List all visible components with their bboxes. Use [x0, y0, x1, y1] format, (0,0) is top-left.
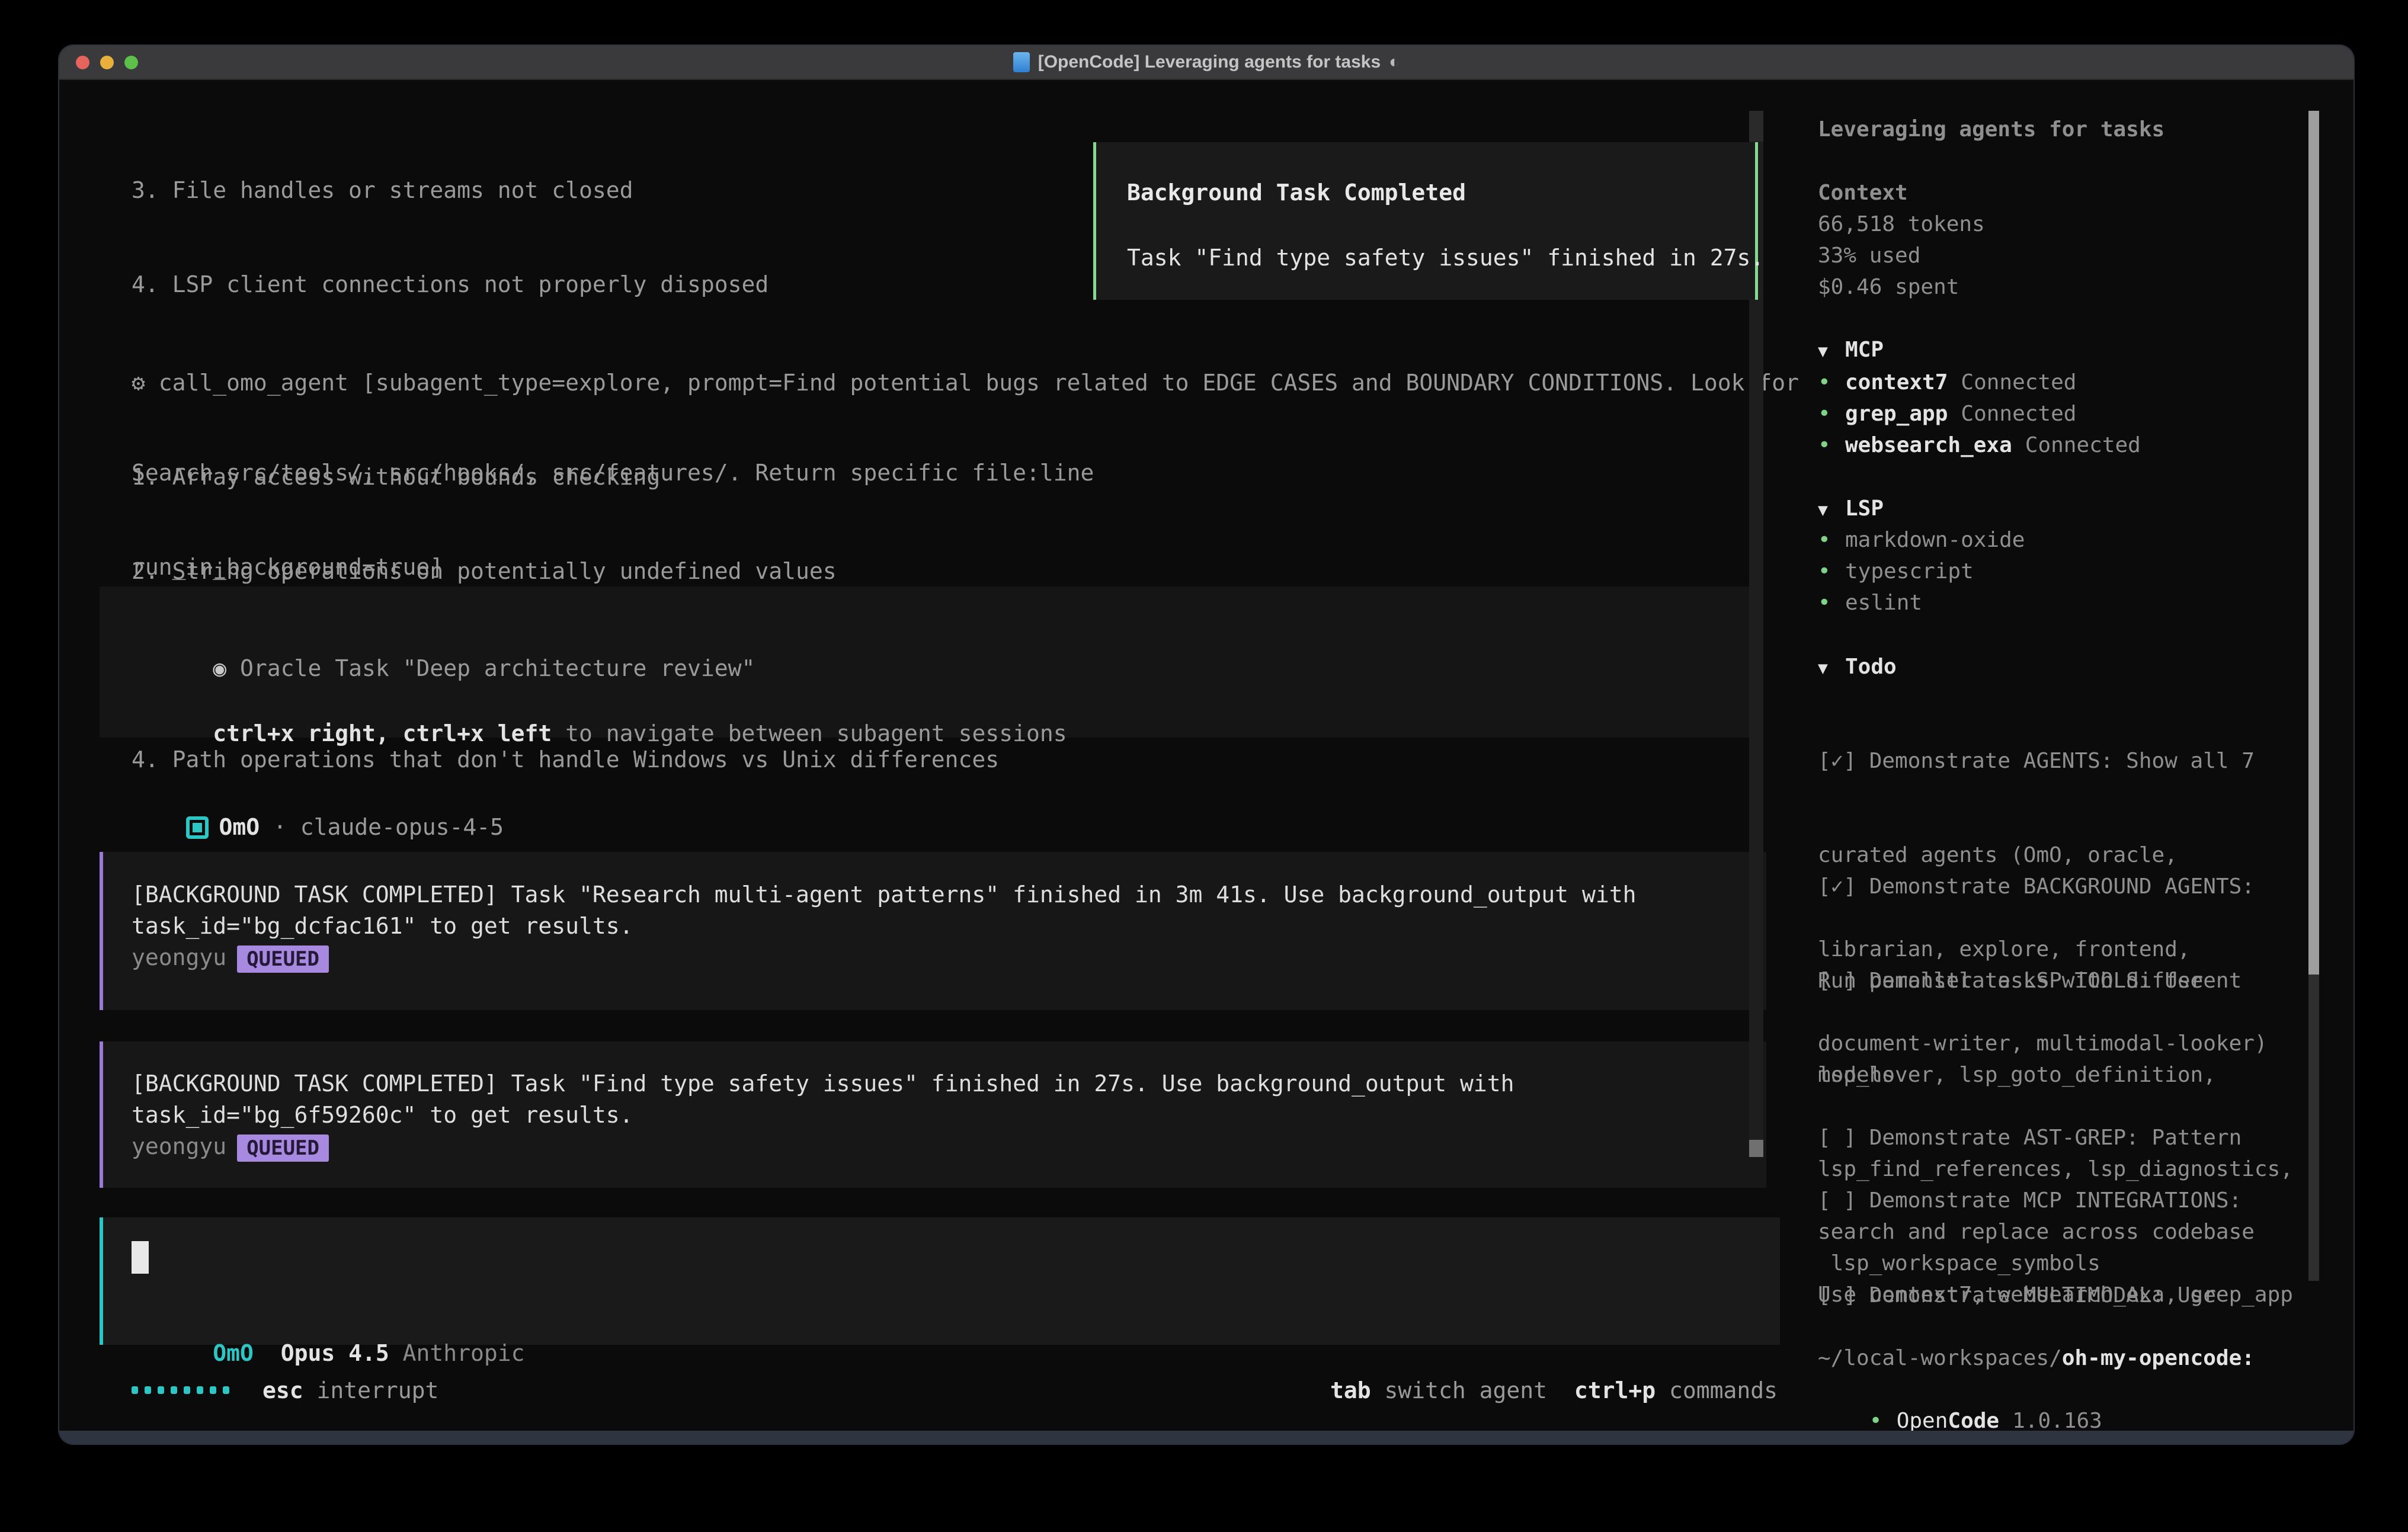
background-task-toast: Background Task Completed Task "Find typ…	[1093, 142, 1758, 300]
gear-icon: ⚙	[132, 370, 145, 396]
chevron-down-icon: ▼	[1818, 652, 1845, 684]
minimize-button[interactable]	[100, 56, 114, 69]
terminal-window: [OpenCode] Leveraging agents for tasks ◐…	[59, 46, 2353, 1444]
input-provider-label: Anthropic	[403, 1340, 525, 1366]
prompt-input[interactable]: OmO Opus 4.5 Anthropic	[100, 1217, 1780, 1345]
status-bar: esc interrupt tab switch agent ctrl+p co…	[132, 1374, 1778, 1406]
agent-square-icon	[186, 816, 209, 839]
document-icon	[1013, 52, 1030, 72]
bullet-icon: •	[1818, 430, 1845, 461]
radio-circle-icon: ◉	[213, 655, 226, 681]
close-button[interactable]	[76, 56, 89, 69]
chat-scrollbar-top-segment	[1749, 111, 1763, 142]
chat-scrollbar-thumb[interactable]	[1749, 1140, 1763, 1157]
tab-key-hint: tab	[1330, 1377, 1371, 1403]
todo-section-header[interactable]: ▼Todo	[1818, 651, 1897, 684]
task-user: yeongyu	[132, 944, 226, 970]
context-heading: Context	[1818, 177, 1908, 209]
sidebar-scrollbar-thumb[interactable]	[2308, 111, 2319, 975]
task-user: yeongyu	[132, 1133, 226, 1159]
window-title: [OpenCode] Leveraging agents for tasks	[1038, 52, 1381, 72]
bullet-icon: •	[1818, 524, 1845, 556]
bullet-icon: •	[1818, 587, 1845, 618]
mcp-item: •context7Connected	[1818, 367, 2076, 398]
mcp-item: •grep_appConnected	[1818, 398, 2076, 430]
titlebar: [OpenCode] Leveraging agents for tasks ◐	[59, 46, 2353, 80]
queued-badge: QUEUED	[237, 1134, 329, 1162]
spinner-dots-icon	[132, 1386, 229, 1394]
window-bottom-edge	[59, 1431, 2353, 1444]
context-used: 33% used	[1818, 240, 1920, 271]
agent-name: OmO	[219, 814, 260, 840]
half-circle-icon: ◐	[1389, 52, 1400, 72]
agent-model: claude-opus-4-5	[300, 814, 504, 840]
task-result-block: [BACKGROUND TASK COMPLETED] Task "Find t…	[100, 1041, 1766, 1188]
traffic-lights	[76, 46, 138, 79]
mcp-item: •websearch_exaConnected	[1818, 430, 2141, 461]
shortcut-keys: ctrl+x right, ctrl+x left	[213, 720, 552, 746]
toast-body: Task "Find type safety issues" finished …	[1127, 242, 1764, 274]
queued-badge: QUEUED	[237, 946, 329, 973]
text-cursor	[132, 1241, 149, 1274]
chevron-down-icon: ▼	[1818, 335, 1845, 367]
chevron-down-icon: ▼	[1818, 494, 1845, 525]
lsp-section-header[interactable]: ▼LSP	[1818, 493, 1884, 525]
bullet-icon: •	[1818, 556, 1845, 587]
mcp-section-header[interactable]: ▼MCP	[1818, 334, 1884, 367]
context-tokens: 66,518 tokens	[1818, 209, 1985, 240]
zoom-button[interactable]	[124, 56, 138, 69]
session-title: Leveraging agents for tasks	[1818, 114, 2164, 145]
bullet-icon: •	[1818, 367, 1845, 398]
toast-title: Background Task Completed	[1127, 177, 1466, 209]
esc-key-hint: esc	[262, 1377, 303, 1403]
sidebar-scrollbar[interactable]	[2308, 111, 2319, 1281]
input-agent-label: OmO	[213, 1340, 254, 1366]
input-model-label: Opus 4.5	[281, 1340, 389, 1366]
ctrlp-key-hint: ctrl+p	[1574, 1377, 1655, 1403]
bullet-icon: •	[1818, 398, 1845, 430]
lsp-item: •eslint	[1818, 587, 1922, 618]
lsp-item: •typescript	[1818, 556, 1974, 587]
lsp-item: •markdown-oxide	[1818, 524, 2025, 556]
oracle-task-title: Oracle Task "Deep architecture review"	[226, 655, 755, 681]
shortcut-description: to navigate between subagent sessions	[552, 720, 1067, 746]
task-result-block: [BACKGROUND TASK COMPLETED] Task "Resear…	[100, 852, 1766, 1010]
context-spent: $0.46 spent	[1818, 271, 1959, 303]
oracle-task-panel: ◉ Oracle Task "Deep architecture review"…	[100, 586, 1763, 738]
